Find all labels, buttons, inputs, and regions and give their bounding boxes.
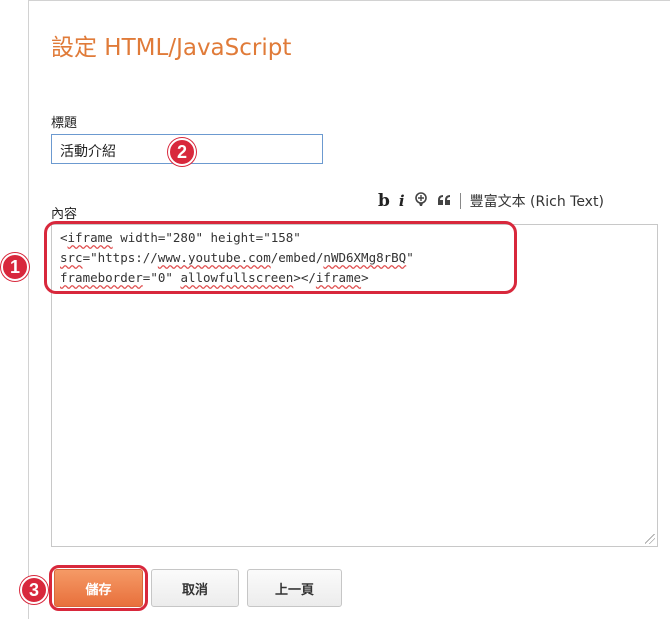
code-highlight-box	[44, 221, 517, 294]
callout-badge-3: 3	[20, 576, 48, 604]
cancel-button[interactable]: 取消	[151, 569, 239, 607]
link-icon[interactable]	[414, 192, 428, 210]
callout-badge-1: 1	[1, 253, 29, 281]
dialog-title: 設定 HTML/JavaScript	[51, 35, 292, 61]
rich-text-link[interactable]: 豐富文本 (Rich Text)	[470, 191, 604, 211]
save-highlight-box	[49, 565, 148, 611]
bold-button[interactable]: b	[378, 191, 390, 211]
toolbar-divider	[459, 193, 461, 209]
content-label: 內容	[51, 207, 78, 222]
editor-toolbar: b i 豐富文本 (Rich Text)	[378, 190, 604, 212]
back-button[interactable]: 上一頁	[247, 569, 342, 607]
title-label: 標題	[51, 116, 78, 131]
italic-button[interactable]: i	[399, 192, 405, 210]
quote-icon[interactable]	[437, 193, 451, 209]
resize-handle[interactable]	[645, 534, 655, 544]
callout-badge-2: 2	[168, 138, 196, 166]
